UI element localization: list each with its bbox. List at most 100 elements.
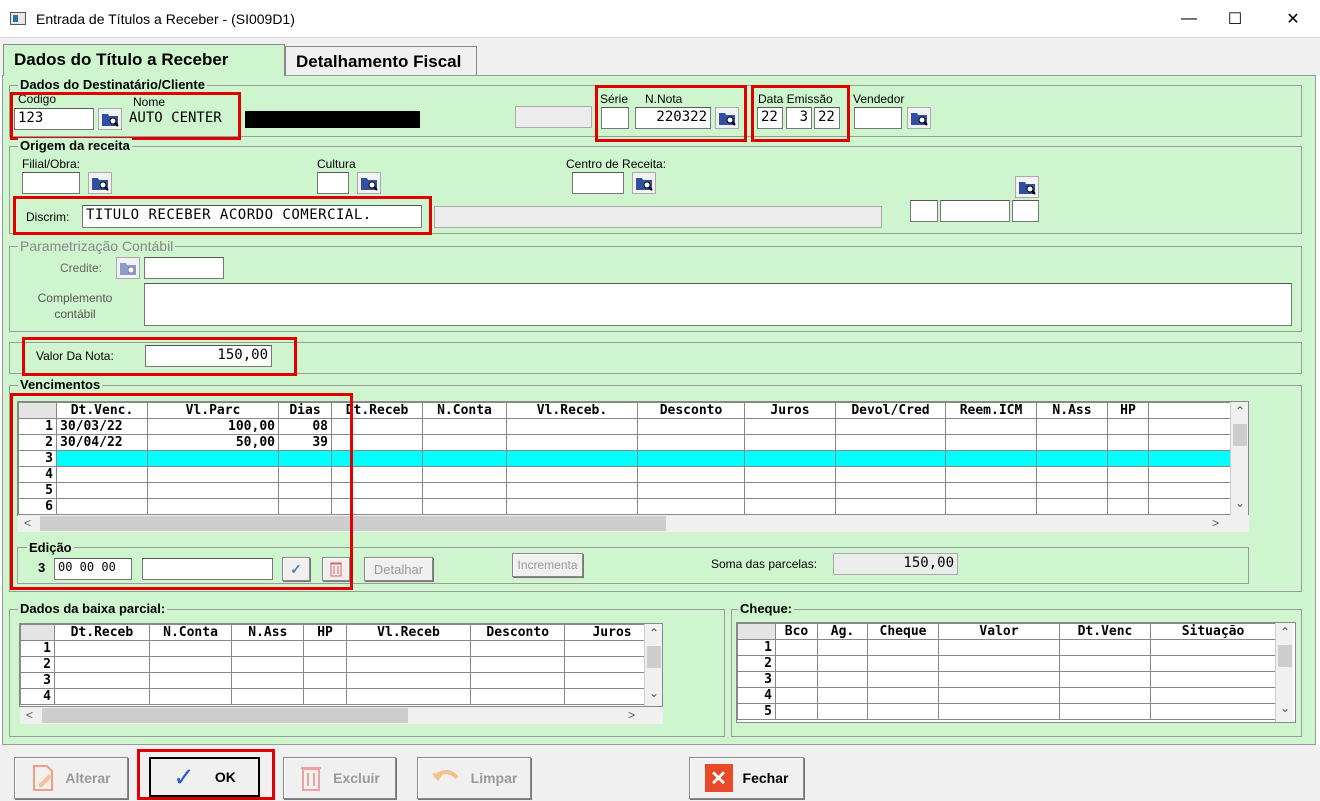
baixa-grid[interactable]: Dt.Receb N.Conta N.Ass HP Vl.Receb Desco…	[19, 623, 663, 707]
tab-detalhamento-fiscal[interactable]: Detalhamento Fiscal	[285, 46, 477, 76]
group-title: Dados do Destinatário/Cliente	[18, 77, 207, 92]
grid-header	[1148, 402, 1231, 419]
row-number: 5	[737, 703, 776, 720]
folder-search-icon	[120, 263, 136, 275]
scroll-down-icon[interactable]: ⌄	[649, 686, 659, 700]
scroll-up-icon[interactable]: ⌃	[1280, 625, 1290, 639]
row-number: 3	[737, 671, 776, 688]
group-title: Vencimentos	[18, 377, 103, 392]
table-row[interactable]: 1	[20, 640, 660, 657]
centro-label: Centro de Receita:	[566, 157, 667, 171]
small-field-3[interactable]	[1012, 200, 1039, 222]
redacted-block	[245, 111, 420, 128]
small-field-2[interactable]	[940, 200, 1010, 222]
button-label: Excluir	[333, 770, 380, 786]
small-field-1[interactable]	[910, 200, 938, 222]
button-label: Fechar	[742, 770, 789, 786]
grid-header: Bco	[775, 623, 818, 640]
group-title: Dados da baixa parcial:	[18, 601, 168, 616]
scroll-thumb[interactable]	[1278, 645, 1292, 667]
cultura-label: Cultura	[317, 157, 356, 171]
close-button[interactable]: ✕	[1270, 4, 1316, 34]
table-row[interactable]: 5	[737, 703, 1276, 720]
tab-dados-titulo[interactable]: Dados do Título a Receber	[3, 44, 285, 76]
baixa-vscroll[interactable]: ⌃ ⌄	[644, 624, 662, 706]
table-row[interactable]: 2	[737, 655, 1276, 672]
row-number: 4	[737, 687, 776, 704]
extra-lookup-button[interactable]	[1015, 176, 1039, 198]
folder-search-icon	[1019, 182, 1036, 195]
grid-header: Reem.ICM	[945, 402, 1037, 419]
table-row[interactable]: 3	[737, 671, 1276, 688]
table-row[interactable]: 2	[20, 656, 660, 673]
baixa-table: Dt.Receb N.Conta N.Ass HP Vl.Receb Desco…	[20, 624, 660, 705]
cultura-field[interactable]	[317, 172, 349, 194]
scroll-left-icon[interactable]: <	[26, 708, 33, 722]
cheque-grid[interactable]: Bco Ag. Cheque Valor Dt.Venc Situação 1 …	[736, 622, 1296, 723]
grid-header	[737, 623, 776, 640]
undo-icon	[431, 770, 459, 781]
scroll-up-icon[interactable]: ⌃	[649, 626, 659, 640]
vencimentos-vscroll[interactable]: ⌃ ⌄	[1230, 402, 1248, 515]
edit-icon	[33, 765, 54, 791]
detalhar-button[interactable]: Detalhar	[364, 557, 433, 581]
group-title: Cheque:	[738, 601, 794, 616]
vendedor-field[interactable]	[854, 107, 902, 129]
limpar-button[interactable]: Limpar	[417, 757, 531, 799]
baixa-hscroll[interactable]: < >	[20, 707, 663, 724]
complemento-field[interactable]	[144, 283, 1292, 326]
scroll-down-icon[interactable]: ⌄	[1235, 496, 1245, 510]
app-icon	[10, 12, 26, 25]
folder-search-icon	[361, 178, 378, 191]
vendedor-lookup-button[interactable]	[907, 107, 931, 129]
grid-header: Desconto	[637, 402, 745, 419]
group-title: Parametrização Contábil	[18, 238, 176, 254]
row-number: 4	[20, 688, 55, 705]
scroll-up-icon[interactable]: ⌃	[1235, 404, 1245, 418]
scroll-thumb[interactable]	[1233, 424, 1247, 446]
credite-lookup-button[interactable]	[116, 257, 140, 279]
table-row[interactable]: 1	[737, 639, 1276, 656]
filial-field[interactable]	[22, 172, 80, 194]
table-row[interactable]: 3	[20, 672, 660, 689]
row-number: 2	[20, 656, 55, 673]
fechar-button[interactable]: ✕ Fechar	[689, 757, 804, 799]
readonly-field	[515, 106, 592, 128]
folder-search-icon	[636, 178, 653, 191]
centro-lookup-button[interactable]	[632, 172, 656, 194]
scroll-right-icon[interactable]: >	[628, 708, 635, 722]
maximize-button[interactable]: ☐	[1212, 4, 1258, 34]
alterar-button[interactable]: Alterar	[14, 757, 128, 799]
grid-header: HP	[1107, 402, 1149, 419]
centro-field[interactable]	[572, 172, 624, 194]
grid-header: Juros	[744, 402, 836, 419]
scroll-thumb[interactable]	[647, 646, 661, 668]
excluir-button[interactable]: Excluir	[283, 757, 396, 799]
scroll-down-icon[interactable]: ⌄	[1280, 701, 1290, 715]
folder-search-icon	[92, 178, 109, 191]
filial-lookup-button[interactable]	[88, 172, 112, 194]
table-row[interactable]: 4	[737, 687, 1276, 704]
minimize-button[interactable]: —	[1166, 4, 1212, 34]
scroll-thumb[interactable]	[42, 708, 408, 723]
credite-label: Credite:	[60, 261, 103, 275]
cultura-lookup-button[interactable]	[357, 172, 381, 194]
close-icon: ✕	[704, 764, 733, 792]
row-number: 2	[737, 655, 776, 672]
grid-header: Valor	[938, 623, 1060, 640]
incrementa-button[interactable]: Incrementa	[512, 553, 583, 577]
button-label: Alterar	[65, 770, 111, 786]
button-label: Detalhar	[373, 561, 424, 577]
grid-header: Dt.Receb	[54, 624, 150, 641]
table-row[interactable]: 4	[20, 688, 660, 705]
group-title: Origem da receita	[18, 138, 132, 153]
credite-field[interactable]	[144, 257, 224, 279]
cheque-vscroll[interactable]: ⌃ ⌄	[1275, 623, 1293, 722]
tab-label: Dados do Título a Receber	[14, 50, 229, 69]
grid-header	[20, 624, 55, 641]
highlight-data	[751, 85, 850, 142]
grid-header: Dt.Venc	[1059, 623, 1151, 640]
soma-label: Soma das parcelas:	[711, 557, 818, 571]
scroll-right-icon[interactable]: >	[1212, 516, 1219, 530]
grid-header: Vl.Receb.	[506, 402, 638, 419]
